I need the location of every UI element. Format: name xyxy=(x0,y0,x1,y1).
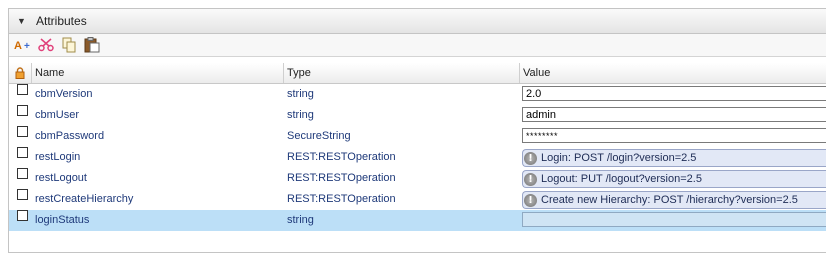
row-checkbox[interactable] xyxy=(17,168,28,179)
attributes-table: Name Type Value cbmVersion string 2.0 cbmUs… xyxy=(9,63,826,231)
operation-text: Logout: PUT /logout?version=2.5 xyxy=(541,172,702,185)
svg-text:A: A xyxy=(14,40,22,51)
info-icon: ! xyxy=(524,172,537,186)
table-header: Name Type Value xyxy=(9,63,826,84)
attribute-value-cell xyxy=(520,210,826,231)
row-checkbox-cell xyxy=(9,84,32,105)
attribute-value-cell: ******** xyxy=(520,126,826,147)
add-attribute-button[interactable]: A + xyxy=(13,36,33,54)
row-checkbox-cell xyxy=(9,147,32,168)
row-checkbox[interactable] xyxy=(17,84,28,95)
attributes-panel: ▼ Attributes A + Name Type Value cbmVers… xyxy=(8,8,826,253)
info-icon: ! xyxy=(524,193,537,207)
attribute-type: REST:RESTOperation xyxy=(287,151,396,163)
table-body: cbmVersion string 2.0 cbmUser string admin cbm… xyxy=(9,84,826,231)
row-checkbox[interactable] xyxy=(17,126,28,137)
svg-text:+: + xyxy=(24,41,30,51)
cut-button[interactable] xyxy=(36,36,56,54)
value-input[interactable]: 2.0 xyxy=(522,86,826,101)
attribute-type: string xyxy=(287,214,314,226)
attribute-value-cell: admin xyxy=(520,105,826,126)
attribute-type: SecureString xyxy=(287,130,351,142)
copy-button[interactable] xyxy=(59,36,79,54)
paste-button[interactable] xyxy=(82,36,102,54)
attribute-type: string xyxy=(287,88,314,100)
password-field[interactable]: ******** xyxy=(522,128,826,143)
panel-header[interactable]: ▼ Attributes xyxy=(9,9,826,34)
row-checkbox-cell xyxy=(9,168,32,189)
attribute-name: cbmUser xyxy=(35,109,80,121)
row-checkbox-cell xyxy=(9,126,32,147)
attributes-toolbar: A + xyxy=(9,34,826,57)
row-checkbox-cell xyxy=(9,210,32,231)
paste-icon xyxy=(84,37,100,53)
table-row[interactable]: restLogout REST:RESTOperation! Logout: PUT… xyxy=(9,168,826,189)
row-checkbox-cell xyxy=(9,105,32,126)
attribute-type: REST:RESTOperation xyxy=(287,172,396,184)
table-row[interactable]: cbmUser string admin xyxy=(9,105,826,126)
name-column-header[interactable]: Name xyxy=(32,63,284,83)
attribute-name: cbmPassword xyxy=(35,130,105,142)
table-row[interactable]: restLogin REST:RESTOperation! Login: POST … xyxy=(9,147,826,168)
row-checkbox[interactable] xyxy=(17,105,28,116)
value-input[interactable] xyxy=(522,212,826,227)
table-row[interactable]: cbmVersion string 2.0 xyxy=(9,84,826,105)
row-checkbox-cell xyxy=(9,189,32,210)
attribute-name: restLogout xyxy=(35,172,87,184)
attribute-type: string xyxy=(287,109,314,121)
attribute-type: REST:RESTOperation xyxy=(287,193,396,205)
row-checkbox[interactable] xyxy=(17,189,28,200)
scissors-icon xyxy=(38,38,54,52)
value-column-header[interactable]: Value xyxy=(520,63,826,83)
collapse-chevron-icon[interactable]: ▼ xyxy=(17,16,26,26)
row-checkbox[interactable] xyxy=(17,210,28,221)
type-column-header[interactable]: Type xyxy=(284,63,520,83)
attribute-value-cell: 2.0 xyxy=(520,84,826,105)
rest-operation-value[interactable]: ! Create new Hierarchy: POST /hierarchy?v… xyxy=(522,191,826,209)
attribute-name: cbmVersion xyxy=(35,88,93,100)
lock-icon xyxy=(15,67,25,79)
table-row[interactable]: loginStatus string xyxy=(9,210,826,231)
attribute-name: restCreateHierarchy xyxy=(35,193,134,205)
operation-text: Login: POST /login?version=2.5 xyxy=(541,151,697,164)
attribute-name: loginStatus xyxy=(35,214,90,226)
rest-operation-value[interactable]: ! Login: POST /login?version=2.5 xyxy=(522,149,826,167)
attribute-value-cell: ! Login: POST /login?version=2.5 xyxy=(520,147,826,168)
attribute-value-cell: ! Logout: PUT /logout?version=2.5 xyxy=(520,168,826,189)
info-icon: ! xyxy=(524,151,537,165)
row-checkbox[interactable] xyxy=(17,147,28,158)
rest-operation-value[interactable]: ! Logout: PUT /logout?version=2.5 xyxy=(522,170,826,188)
lock-column-header[interactable] xyxy=(9,63,32,83)
panel-title: Attributes xyxy=(36,14,87,28)
table-row[interactable]: cbmPassword SecureString ******** xyxy=(9,126,826,147)
value-input[interactable]: admin xyxy=(522,107,826,122)
operation-text: Create new Hierarchy: POST /hierarchy?ve… xyxy=(541,193,798,206)
add-attribute-icon: A + xyxy=(14,40,30,51)
table-row[interactable]: restCreateHierarchy REST:RESTOperation! Cr… xyxy=(9,189,826,210)
copy-icon xyxy=(62,37,76,53)
attribute-name: restLogin xyxy=(35,151,81,163)
attribute-value-cell: ! Create new Hierarchy: POST /hierarchy?v… xyxy=(520,189,826,210)
